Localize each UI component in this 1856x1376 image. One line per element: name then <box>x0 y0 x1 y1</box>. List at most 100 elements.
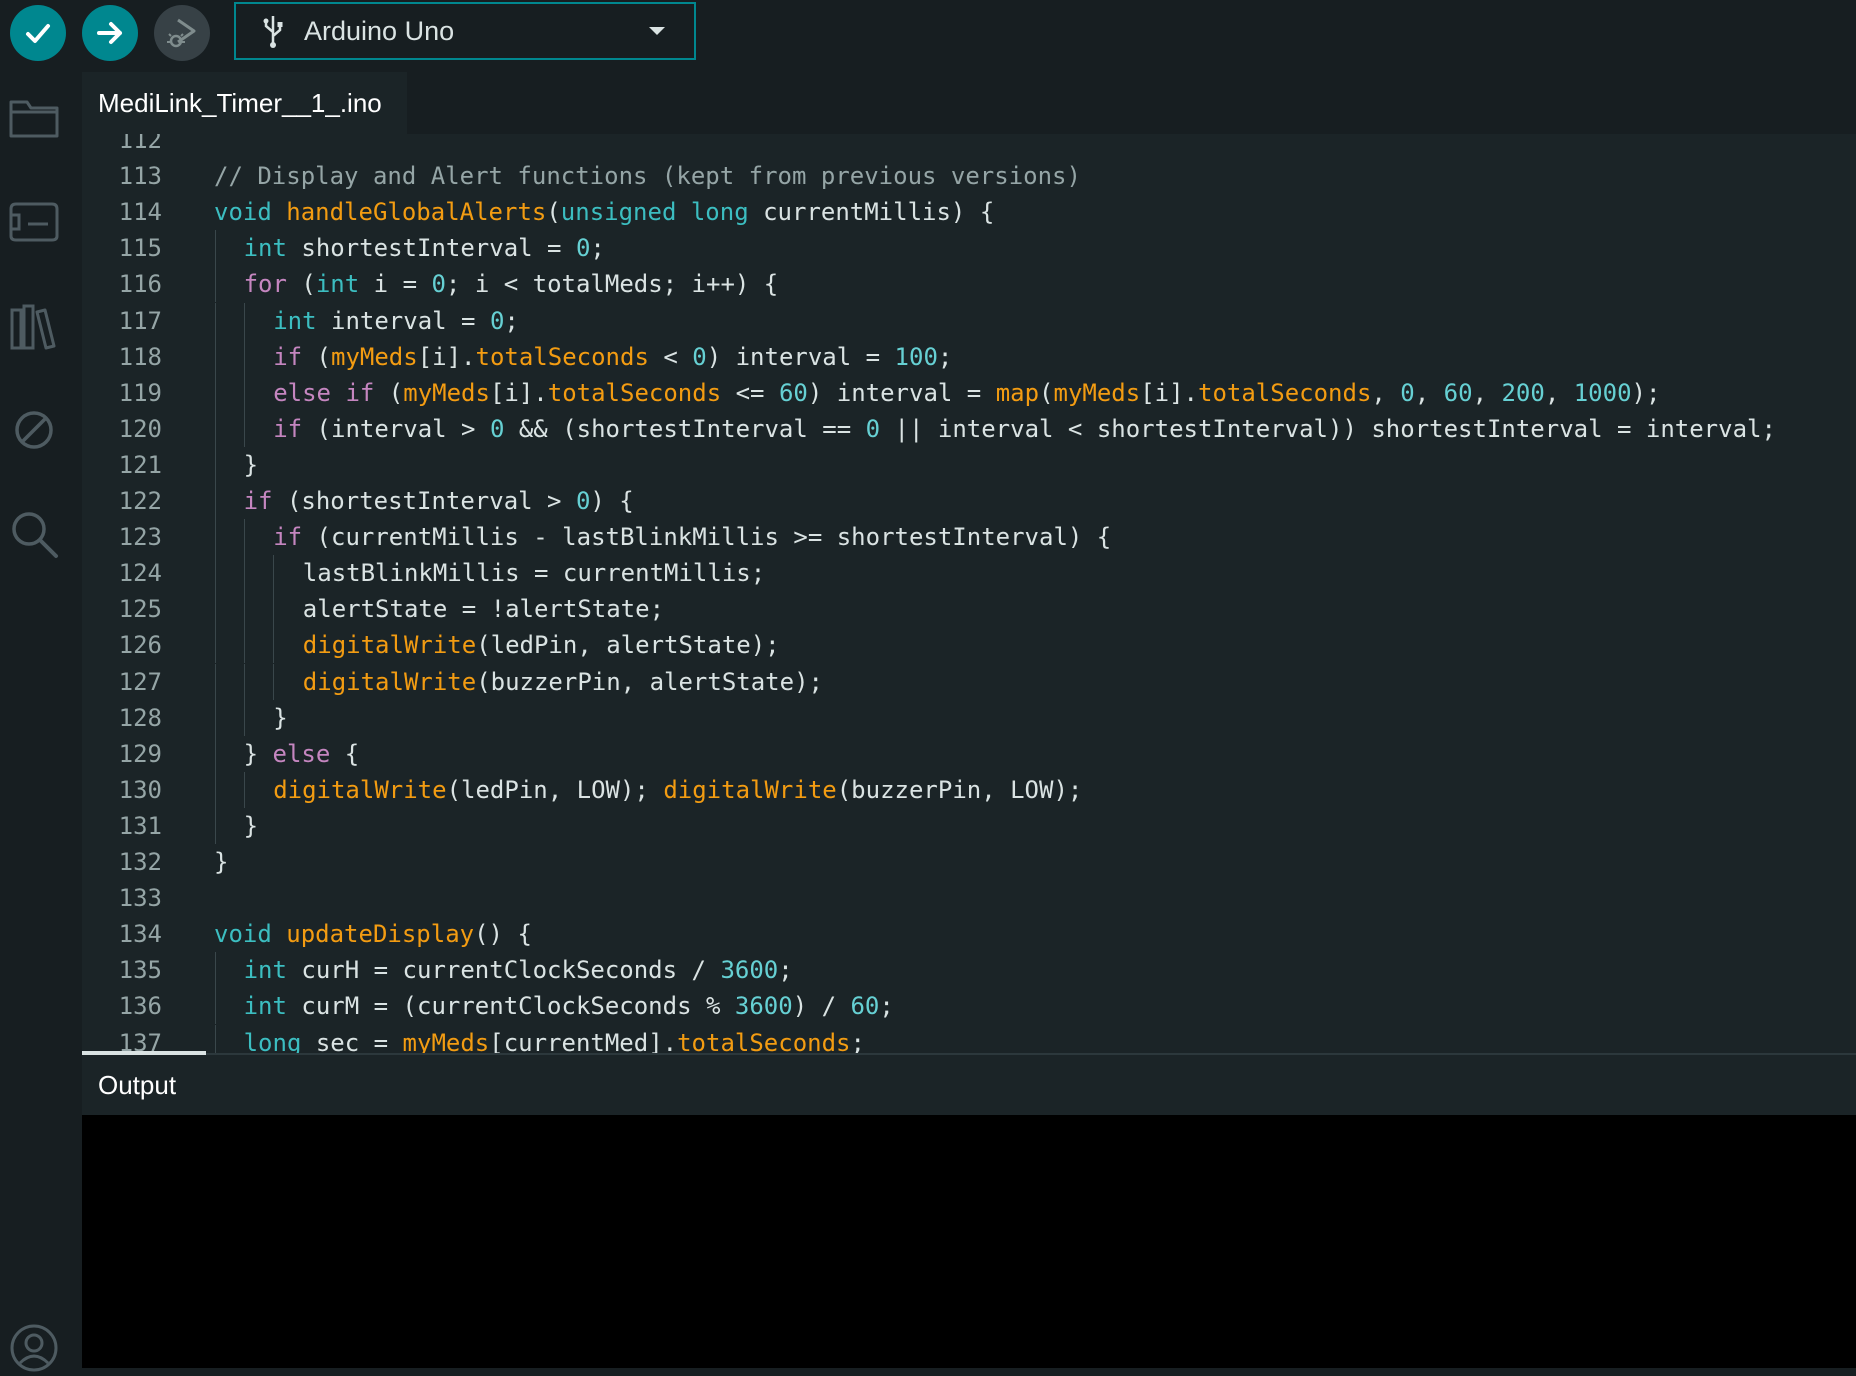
code-token: 3600 <box>720 956 779 985</box>
indent-guide <box>215 627 216 664</box>
code-text: for (int i = 0; i < totalMeds; i++) { <box>244 266 779 302</box>
code-token: 0 <box>575 487 591 515</box>
code-token: digitalWrite <box>663 775 837 804</box>
code-text: void updateDisplay() { <box>214 916 532 952</box>
code-token: (shortestInterval > <box>272 487 576 515</box>
indent-guide <box>215 1024 216 1054</box>
code-token: [i]. <box>417 342 476 371</box>
indent-guide <box>244 591 245 628</box>
indent-guide <box>215 663 216 700</box>
search-icon <box>12 512 58 558</box>
code-token: currentMillis) { <box>748 198 995 227</box>
code-token: ( <box>546 198 561 227</box>
code-token: if <box>243 487 273 515</box>
code-text: // Display and Alert functions (kept fro… <box>214 158 1081 194</box>
code-text: } else { <box>244 736 360 772</box>
sidebar-item-sketchbook[interactable] <box>6 90 62 146</box>
code-token: 0 <box>692 342 707 371</box>
code-token: int <box>243 992 287 1021</box>
indent-guide <box>215 735 216 772</box>
code-token: 0 <box>431 270 446 299</box>
sidebar-item-search[interactable] <box>6 506 62 562</box>
code-token: } <box>273 703 288 732</box>
sidebar <box>0 70 82 1372</box>
code-token: myMeds <box>331 342 418 371</box>
code-text: digitalWrite(ledPin, alertState); <box>303 627 780 663</box>
code-token: totalSeconds <box>475 342 649 371</box>
code-text: int curH = currentClockSeconds / 3600; <box>244 952 793 988</box>
usb-icon <box>260 14 290 48</box>
code-line: 127 digitalWrite(buzzerPin, alertState); <box>82 663 1856 700</box>
code-text: if (currentMillis - lastBlinkMillis >= s… <box>273 519 1111 555</box>
code-token: i = <box>359 270 432 299</box>
code-token: digitalWrite <box>302 631 477 660</box>
code-token: totalSeconds <box>677 1028 851 1055</box>
code-token: 0 <box>489 414 505 443</box>
debug-button[interactable] <box>154 5 210 61</box>
code-line: 113 // Display and Alert functions (kept … <box>82 158 1856 194</box>
code-line: 122 if (shortestInterval > 0) { <box>82 483 1856 519</box>
code-token: else <box>273 378 331 407</box>
code-editor[interactable]: 112 113 // Display and Alert functions (ke… <box>82 134 1856 1054</box>
sidebar-item-boards-manager[interactable] <box>6 194 62 250</box>
code-text: alertState = !alertState; <box>303 591 664 627</box>
line-number: 114 <box>118 198 162 227</box>
code-token: ; <box>504 306 519 335</box>
indent-guide <box>215 446 216 483</box>
line-number: 131 <box>118 811 162 840</box>
code-text: int curM = (currentClockSeconds % 3600) … <box>244 988 894 1024</box>
code-token: , <box>1414 378 1444 407</box>
code-token: 200 <box>1501 378 1545 407</box>
code-token: sec = <box>301 1028 403 1055</box>
code-token: <= <box>721 378 779 407</box>
debug-icon <box>15 411 53 449</box>
output-console[interactable] <box>82 1115 1856 1368</box>
code-token: 0 <box>865 414 881 443</box>
code-line: 136 int curM = (currentClockSeconds % 360… <box>82 988 1856 1025</box>
sidebar-item-library-manager[interactable] <box>6 298 62 354</box>
indent-guide <box>215 807 216 844</box>
code-line: 123 if (currentMillis - lastBlinkMillis >… <box>82 519 1856 556</box>
code-text: int shortestInterval = 0; <box>244 230 605 266</box>
code-token: ; <box>778 956 793 985</box>
code-token: 1000 <box>1573 378 1632 407</box>
code-line: 120 if (interval > 0 && (shortestInterval… <box>82 410 1856 447</box>
code-token: < <box>648 342 693 371</box>
code-token: totalSeconds <box>547 378 722 407</box>
code-text: if (shortestInterval > 0) { <box>244 483 634 519</box>
code-token: [i]. <box>1140 378 1198 407</box>
code-token: if <box>273 523 303 552</box>
profile-icon <box>10 1324 58 1372</box>
code-token: else <box>272 739 331 768</box>
code-token: myMeds <box>403 378 490 407</box>
upload-button[interactable] <box>82 5 138 61</box>
code-token: ; i < totalMeds; i++) { <box>445 270 779 299</box>
code-token: ( <box>374 378 404 407</box>
tab-medilink-timer[interactable]: MediLink_Timer__1_.ino <box>82 72 407 134</box>
code-token: () { <box>474 920 532 949</box>
board-selector[interactable]: Arduino Uno <box>234 2 696 60</box>
code-token: ( <box>286 270 316 299</box>
code-token: ) interval = <box>706 342 895 371</box>
code-line: 128} <box>82 699 1856 736</box>
code-token: 0 <box>1400 378 1415 407</box>
code-text: int interval = 0; <box>273 303 519 339</box>
verify-button[interactable] <box>10 5 66 61</box>
line-number: 128 <box>118 703 162 732</box>
indent-guide <box>244 338 245 375</box>
line-number: 121 <box>118 450 162 479</box>
code-token: } <box>243 450 259 479</box>
code-token: ) / <box>792 992 851 1021</box>
line-number: 115 <box>118 234 162 263</box>
code-token: (interval > <box>302 414 490 443</box>
code-token: interval = <box>316 306 490 335</box>
code-token: ( <box>302 342 331 371</box>
code-token: digitalWrite <box>302 667 477 696</box>
indent-guide <box>244 663 245 700</box>
sidebar-item-debug[interactable] <box>6 402 62 458</box>
code-line: 125 alertState = !alertState; <box>82 591 1856 628</box>
line-number: 134 <box>118 920 162 949</box>
code-token: 0 <box>575 234 591 263</box>
indent-guide <box>215 230 216 267</box>
code-text: digitalWrite(ledPin, LOW); digitalWrite(… <box>273 772 1082 808</box>
